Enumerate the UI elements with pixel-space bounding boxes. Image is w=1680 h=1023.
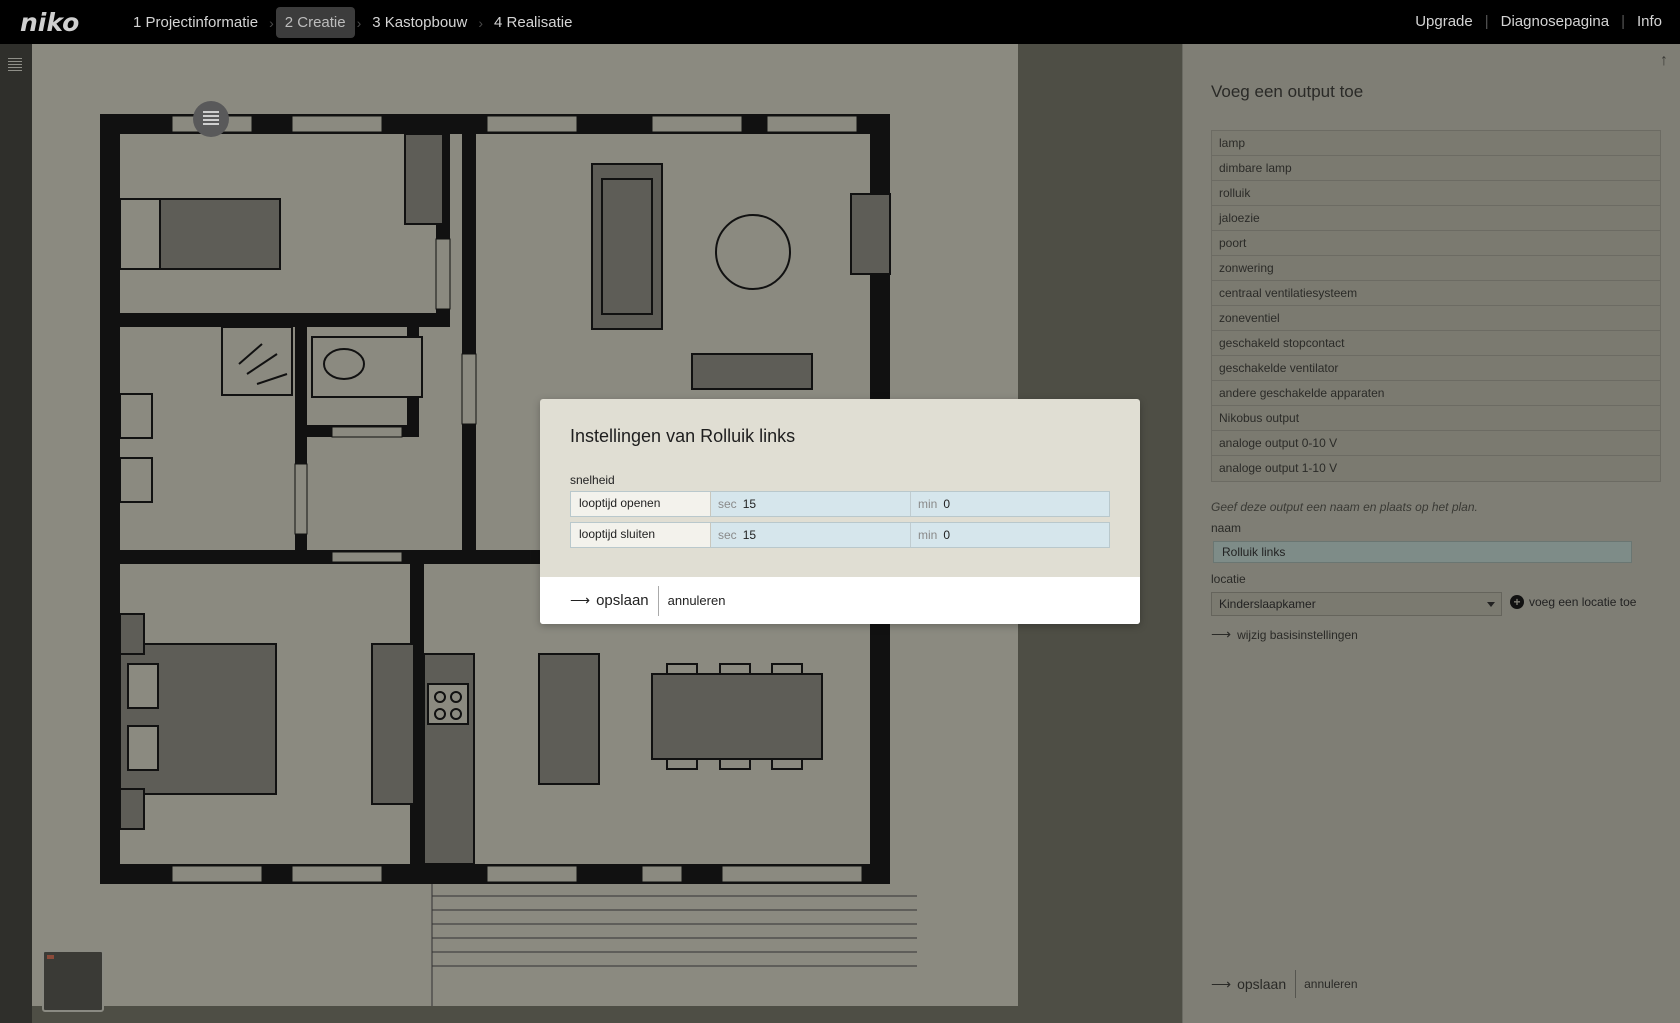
sec-value: 15 (742, 528, 757, 542)
output-item-analoge-output-0-10[interactable]: analoge output 0-10 V (1212, 431, 1660, 456)
unit-label: min (918, 528, 938, 542)
plus-circle-icon: + (1510, 595, 1524, 609)
min-field[interactable]: min 0 (911, 523, 1109, 547)
panel-save-button[interactable]: ⟶ opslaan (1211, 970, 1297, 998)
chevron-right-icon: › (478, 14, 484, 31)
chevron-right-icon: › (269, 14, 274, 31)
unit-label: sec (718, 497, 737, 511)
panel-actions: ⟶ opslaan annuleren (1211, 970, 1358, 998)
output-item-zoneventiel[interactable]: zoneventiel (1212, 306, 1660, 331)
arrow-right-icon: ⟶ (570, 592, 591, 608)
step-projectinformatie[interactable]: 1 Projectinformatie (124, 7, 267, 38)
panel-cancel-button[interactable]: annuleren (1296, 977, 1357, 991)
unit-label: sec (718, 528, 737, 542)
output-panel: ↑ Voeg een output toe lamp dimbare lamp … (1182, 44, 1680, 1023)
step-kastopbouw[interactable]: 3 Kastopbouw (363, 7, 476, 38)
row-label: looptijd openen (571, 492, 711, 516)
arrow-up-icon[interactable]: ↑ (1660, 52, 1668, 70)
setting-row-close: looptijd sluiten sec 15 min 0 (570, 522, 1110, 548)
list-icon[interactable] (8, 58, 22, 74)
chevron-right-icon: › (356, 14, 362, 31)
dialog-title: Instellingen van Rolluik links (570, 426, 796, 446)
location-value: Kinderslaapkamer (1219, 597, 1316, 611)
step-creatie[interactable]: 2 Creatie (275, 7, 355, 38)
unit-label: min (918, 497, 938, 511)
step-navigation: 1 Projectinformatie › 2 Creatie › 3 Kast… (124, 7, 581, 38)
output-item-poort[interactable]: poort (1212, 231, 1660, 256)
sec-field[interactable]: sec 15 (711, 523, 911, 547)
settings-dialog: Instellingen van Rolluik links snelheid … (540, 399, 1140, 624)
sec-field[interactable]: sec 15 (711, 492, 911, 516)
rolluik-placement-icon[interactable] (193, 101, 229, 137)
output-item-nikobus-output[interactable]: Nikobus output (1212, 406, 1660, 431)
min-value: 0 (943, 528, 951, 542)
location-select[interactable]: Kinderslaapkamer (1211, 592, 1502, 616)
panel-save-label: opslaan (1237, 976, 1287, 992)
diagnose-link[interactable]: Diagnosepagina (1501, 13, 1609, 30)
output-item-rolluik[interactable]: rolluik (1212, 181, 1660, 206)
add-location-label: voeg een locatie toe (1529, 595, 1637, 609)
name-input[interactable]: Rolluik links (1213, 541, 1632, 563)
output-item-zonwering[interactable]: zonwering (1212, 256, 1660, 281)
arrow-right-icon: ⟶ (1211, 975, 1232, 992)
output-item-dimbare-lamp[interactable]: dimbare lamp (1212, 156, 1660, 181)
output-item-jaloezie[interactable]: jaloezie (1212, 206, 1660, 231)
dialog-cancel-button[interactable]: annuleren (659, 593, 726, 608)
divider: | (1484, 13, 1489, 30)
panel-title: Voeg een output toe (1211, 82, 1364, 101)
divider: | (1621, 13, 1625, 30)
top-links: Upgrade | Diagnosepagina | Info (1415, 13, 1662, 30)
left-toolbar (0, 44, 32, 1023)
min-field[interactable]: min 0 (911, 492, 1109, 516)
output-item-geschakeld-stopcontact[interactable]: geschakeld stopcontact (1212, 331, 1660, 356)
output-item-lamp[interactable]: lamp (1212, 131, 1660, 156)
output-item-centraal-ventilatiesysteem[interactable]: centraal ventilatiesysteem (1212, 281, 1660, 306)
row-label: looptijd sluiten (571, 523, 711, 547)
step-realisatie[interactable]: 4 Realisatie (485, 7, 581, 38)
arrow-right-icon: ⟶ (1211, 626, 1232, 642)
setting-row-open: looptijd openen sec 15 min 0 (570, 491, 1110, 517)
min-value: 0 (943, 497, 951, 511)
output-item-andere-geschakelde-apparaten[interactable]: andere geschakelde apparaten (1212, 381, 1660, 406)
dialog-footer: ⟶ opslaan annuleren (540, 577, 1140, 624)
speed-section-label: snelheid (570, 473, 615, 487)
name-hint: Geef deze output een naam en plaats op h… (1211, 500, 1478, 514)
base-settings-label: wijzig basisinstellingen (1237, 627, 1358, 642)
caret-down-icon (1487, 602, 1495, 607)
dialog-save-button[interactable]: ⟶ opslaan (570, 585, 659, 616)
niko-logo[interactable]: niko (20, 8, 79, 37)
output-item-analoge-output-1-10[interactable]: analoge output 1-10 V (1212, 456, 1660, 481)
info-link[interactable]: Info (1637, 13, 1662, 30)
base-settings-link[interactable]: ⟶ wijzig basisinstellingen (1211, 626, 1358, 643)
name-label: naam (1211, 521, 1242, 535)
output-item-geschakelde-ventilator[interactable]: geschakelde ventilator (1212, 356, 1660, 381)
dialog-save-label: opslaan (596, 592, 649, 609)
plan-thumbnail[interactable] (42, 950, 104, 1012)
sec-value: 15 (742, 497, 757, 511)
top-bar: niko 1 Projectinformatie › 2 Creatie › 3… (0, 0, 1680, 44)
add-location-button[interactable]: + voeg een locatie toe (1510, 595, 1636, 609)
output-type-list: lamp dimbare lamp rolluik jaloezie poort… (1211, 130, 1661, 482)
location-label: locatie (1211, 572, 1246, 586)
upgrade-link[interactable]: Upgrade (1415, 13, 1473, 30)
